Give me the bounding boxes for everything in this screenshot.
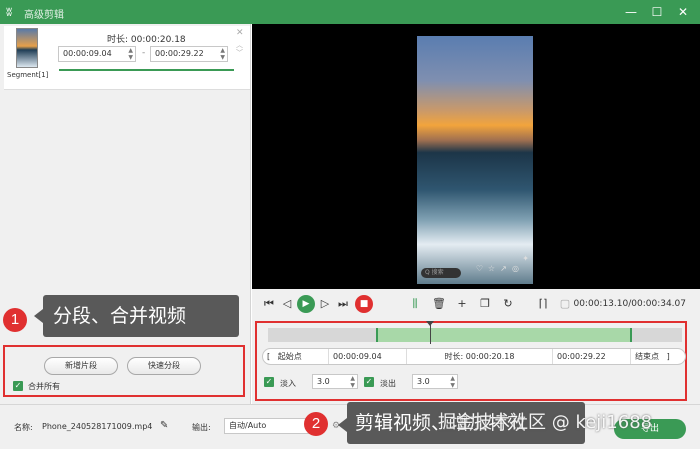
range-bar: [ 起始点 00:00:09.04 时长: 00:00:20.18 00:00:… [262,348,686,365]
playback-controls: ⏮ ◁ ▶ ▷ ⏭ ■ ⫼ 🗑 + ❐ ↻ ⌈⌉ ▢ 00:00:13.10/0… [252,289,700,319]
step1-label: 分段、合并视频 [43,295,239,337]
video-preview: ✦ Q 搜索 ♡ ☆ ↗ ◎ [252,24,700,289]
spinner-icon[interactable]: ▲ ▼ [220,47,225,61]
heart-icon: ♡ [475,264,484,273]
mark-out-icon[interactable]: ▢ [558,297,572,311]
video-frame[interactable]: ✦ Q 搜索 ♡ ☆ ↗ ◎ [417,36,533,284]
delete-icon[interactable]: 🗑 [432,297,446,311]
spinner-icon[interactable]: ▲ ▼ [450,375,455,389]
range-duration: 时长: 00:00:20.18 [407,349,553,364]
app-logo-icon: ʬ [6,5,13,19]
spinner-icon[interactable]: ▲ ▼ [350,375,355,389]
segment-card[interactable]: Segment[1] 时长: 00:00:20.18 00:00:09.04 ▲ ▼… [4,26,250,90]
spinner-icon[interactable]: ▲ ▼ [128,47,133,61]
callout-arrow [34,309,43,323]
callout-arrow [338,418,347,432]
reset-icon[interactable]: ↻ [501,297,515,311]
split-icon[interactable]: ⫼ [408,297,422,311]
chevron-down-icon[interactable]: ﹀ [236,48,243,58]
fade-in-input[interactable]: 3.0 ▲ ▼ [312,374,358,389]
copy-icon[interactable]: ❐ [478,297,492,311]
sparkle-icon: ✦ [522,254,529,263]
watermark: 掘金技术社区 @ keji1688 [438,412,653,433]
title-bar: ʬ 高级剪辑 — ☐ ✕ [0,0,700,24]
start-point-button[interactable]: [ 起始点 [263,349,329,364]
fade-in-label: 淡入 [280,379,296,388]
fade-in-checkbox[interactable]: ✓ [264,377,274,387]
mark-in-icon[interactable]: ⌈⌉ [536,297,550,311]
stop-button[interactable]: ■ [355,295,373,313]
star-icon: ☆ [487,264,496,273]
name-label: 名称: [14,423,33,432]
edit-panel: [ 起始点 00:00:09.04 时长: 00:00:20.18 00:00:… [252,319,700,404]
search-bar: Q 搜索 [421,268,461,278]
start-time-input[interactable]: 00:00:09.04 [329,349,407,364]
maximize-button[interactable]: ☐ [646,3,668,21]
step-back-icon[interactable]: ◁ [280,297,294,311]
step1-marker: 1 [3,308,27,332]
segment-start-input[interactable]: 00:00:09.04 ▲ ▼ [58,46,136,62]
close-button[interactable]: ✕ [672,3,694,21]
end-time-input[interactable]: 00:00:29.22 [553,349,631,364]
skip-end-icon[interactable]: ⏭ [336,297,350,311]
skip-start-icon[interactable]: ⏮ [262,297,276,311]
playhead[interactable] [430,322,431,344]
merge-all-checkbox[interactable]: ✓ [13,381,23,391]
fade-out-input[interactable]: 3.0 ▲ ▼ [412,374,458,389]
edit-pencil-icon[interactable]: ✎ [160,420,168,431]
comment-icon: ◎ [512,264,519,273]
close-icon[interactable]: ✕ [236,28,244,38]
minimize-button[interactable]: — [620,3,642,21]
separator: - [142,48,146,58]
segment-label: Segment[1] [7,71,49,79]
merge-all-label: 合并所有 [28,382,60,391]
segment-thumbnail[interactable] [16,28,38,68]
file-name: Phone_240528171009.mp4 [42,422,153,431]
output-select[interactable]: 自动/Auto [224,418,310,434]
fade-out-checkbox[interactable]: ✓ [364,377,374,387]
share-icon: ↗ [500,264,507,273]
output-label: 输出: [192,423,211,432]
add-segment-button[interactable]: 新增片段 [44,357,118,375]
play-button[interactable]: ▶ [297,295,315,313]
window-title: 高级剪辑 [24,10,64,21]
step2-marker: 2 [304,412,328,436]
step-forward-icon[interactable]: ▷ [318,297,332,311]
time-status: 00:00:13.10/00:00:34.07 [573,299,686,309]
quick-split-button[interactable]: 快速分段 [127,357,201,375]
segment-duration: 时长: 00:00:20.18 [107,35,186,45]
add-icon[interactable]: + [455,297,469,311]
timeline-track[interactable] [268,321,682,344]
segment-progress [59,69,234,71]
segment-end-input[interactable]: 00:00:29.22 ▲ ▼ [150,46,228,62]
fade-out-label: 淡出 [380,379,396,388]
timeline-selection[interactable] [376,328,632,342]
segment-panel: Segment[1] 时长: 00:00:20.18 00:00:09.04 ▲ ▼… [0,24,251,404]
end-point-button[interactable]: 结束点 ] [631,349,685,364]
